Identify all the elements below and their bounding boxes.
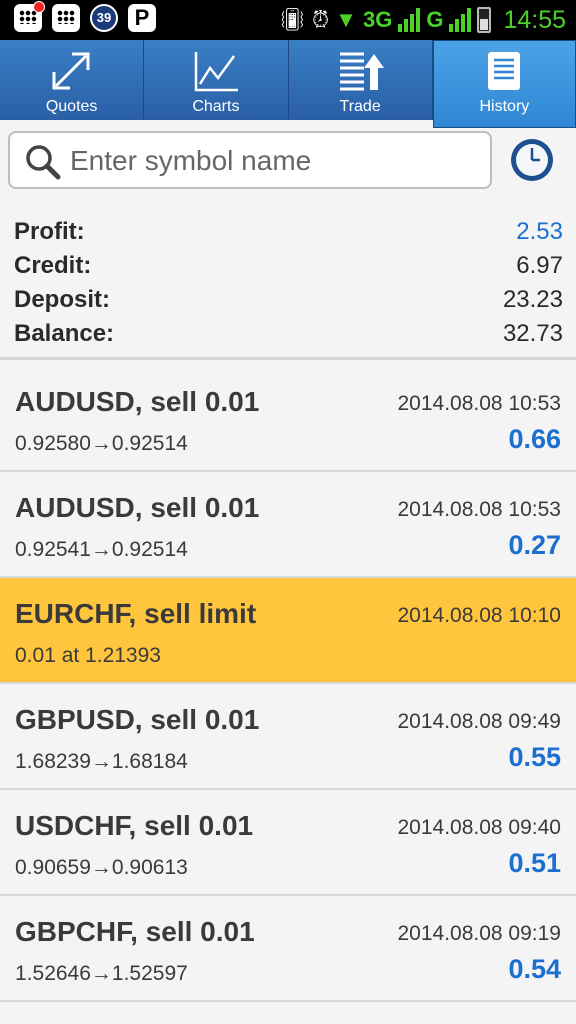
deposit-label: Deposit:: [14, 286, 110, 313]
history-item-title: AUDUSD, sell 0.01: [15, 386, 260, 417]
summary-row-deposit: Deposit: 23.23: [0, 282, 576, 316]
history-item-date: 2014.08.08 10:53: [397, 498, 562, 521]
history-list: AUDUSD, sell 0.01 2014.08.08 10:53 0.925…: [0, 366, 576, 1002]
status-bar: 39 P 📳︎ ⏰︎ ▼ 3G G 14:55: [0, 0, 576, 40]
search-box: [8, 131, 492, 189]
history-item-date: 2014.08.08 10:10: [397, 604, 562, 627]
signal-strength-2-icon: [449, 8, 472, 32]
history-item-title: GBPCHF, sell 0.01: [15, 916, 255, 947]
history-item-title: AUDUSD, sell 0.01: [15, 492, 260, 523]
signal-strength-icon: [398, 8, 421, 32]
search-input[interactable]: [68, 137, 482, 185]
notification-count-badge: 39: [90, 4, 118, 32]
alarm-clock-icon: ⏰︎: [312, 7, 330, 32]
history-item-prices: 0.90659→0.90613: [15, 856, 188, 879]
profit-value: 2.53: [516, 218, 563, 245]
summary-divider: [0, 357, 576, 360]
account-summary: Profit: 2.53 Credit: 6.97 Deposit: 23.23…: [0, 214, 576, 350]
trade-list-icon: [340, 52, 385, 91]
history-item-title: USDCHF, sell 0.01: [15, 810, 254, 841]
tab-trade-label: Trade: [339, 98, 381, 115]
history-item-profit: 0.66: [508, 424, 561, 454]
summary-row-credit: Credit: 6.97: [0, 248, 576, 282]
tab-bar: Quotes Charts Trade History: [0, 40, 576, 128]
credit-value: 6.97: [516, 252, 563, 279]
tab-history[interactable]: History: [432, 40, 576, 128]
history-item[interactable]: USDCHF, sell 0.01 2014.08.08 09:40 0.906…: [0, 790, 576, 896]
history-item-prices: 1.68239→1.68184: [15, 750, 188, 773]
history-book-icon: [488, 52, 521, 90]
history-item-title: GBPUSD, sell 0.01: [15, 704, 260, 735]
wifi-icon: ▼: [335, 7, 357, 32]
chart-line-icon: [194, 52, 238, 92]
tab-quotes-label: Quotes: [45, 98, 98, 115]
history-item-date: 2014.08.08 09:19: [397, 922, 562, 945]
vibrate-icon: 📳︎: [278, 7, 306, 32]
period-clock-icon[interactable]: [509, 137, 555, 183]
history-item-prices: 0.01 at 1.21393: [15, 644, 161, 667]
history-item[interactable]: AUDUSD, sell 0.01 2014.08.08 10:53 0.925…: [0, 366, 576, 472]
history-item-date: 2014.08.08 10:53: [397, 392, 562, 415]
history-item[interactable]: GBPCHF, sell 0.01 2014.08.08 09:19 1.526…: [0, 896, 576, 1002]
history-item-title: EURCHF, sell limit: [15, 598, 257, 629]
history-item-profit: 0.55: [508, 742, 561, 772]
search-icon: [26, 145, 61, 180]
bbm-icon: [52, 4, 80, 32]
network-g-label: G: [426, 7, 444, 32]
history-item-pending-order[interactable]: EURCHF, sell limit 2014.08.08 10:10 0.01…: [0, 578, 576, 684]
summary-row-balance: Balance: 32.73: [0, 316, 576, 350]
credit-label: Credit:: [14, 252, 92, 279]
tab-quotes[interactable]: Quotes: [0, 40, 145, 120]
clock-time: 14:55: [503, 6, 566, 34]
deposit-value: 23.23: [502, 286, 563, 313]
history-item-prices: 1.52646→1.52597: [15, 962, 188, 985]
history-item[interactable]: GBPUSD, sell 0.01 2014.08.08 09:49 1.682…: [0, 684, 576, 790]
tab-charts-label: Charts: [192, 98, 240, 115]
network-3g-label: 3G: [362, 7, 393, 32]
history-item-prices: 0.92541→0.92514: [15, 538, 188, 561]
history-item-profit: 0.27: [508, 530, 561, 560]
quotes-arrows-icon: [52, 52, 90, 90]
profit-label: Profit:: [14, 218, 85, 245]
balance-value: 32.73: [502, 320, 563, 347]
history-item-date: 2014.08.08 09:40: [397, 816, 562, 839]
tab-trade[interactable]: Trade: [289, 40, 433, 120]
balance-label: Balance:: [14, 320, 115, 347]
history-item-profit: 0.54: [508, 954, 561, 984]
history-item-profit: 0.51: [508, 848, 561, 878]
history-item-date: 2014.08.08 09:49: [397, 710, 562, 733]
history-item-prices: 0.92580→0.92514: [15, 432, 188, 455]
bbm-notification-icon: [14, 1, 45, 32]
tab-history-label: History: [479, 98, 530, 115]
tab-charts[interactable]: Charts: [144, 40, 289, 120]
history-item[interactable]: AUDUSD, sell 0.01 2014.08.08 10:53 0.925…: [0, 472, 576, 578]
p-app-icon: P: [128, 4, 156, 32]
summary-row-profit: Profit: 2.53: [0, 214, 576, 248]
battery-icon: [477, 7, 492, 33]
